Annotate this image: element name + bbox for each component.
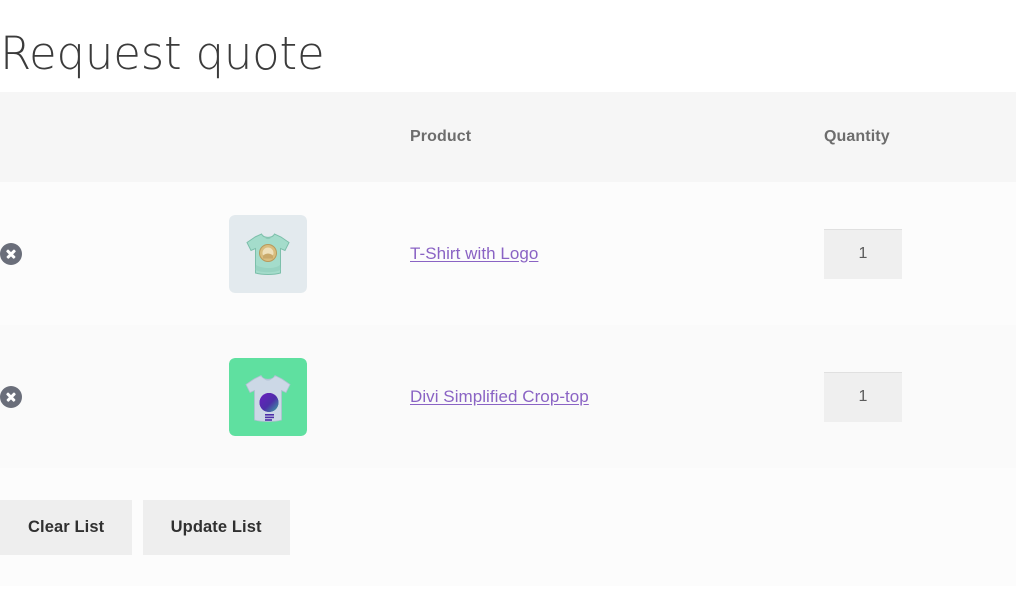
product-cell: T-Shirt with Logo — [410, 182, 824, 325]
product-link[interactable]: T-Shirt with Logo — [410, 244, 538, 263]
thumbnail-cell — [134, 325, 410, 468]
quantity-input[interactable] — [824, 371, 902, 422]
column-header-product: Product — [410, 128, 472, 145]
remove-cell — [0, 182, 134, 325]
quantity-cell — [824, 182, 1016, 325]
remove-item-icon[interactable] — [0, 242, 22, 265]
quantity-input[interactable] — [824, 228, 902, 279]
column-header-remove — [0, 92, 134, 182]
table-row: T-Shirt with Logo — [0, 182, 1016, 325]
quote-request-table: Product Quantity T-Shirt with Logo 1 Div… — [0, 92, 1016, 586]
product-cell: Divi Simplified Crop-top — [410, 325, 824, 468]
table-actions-row: Clear List Update List — [0, 468, 1016, 586]
quantity-cell — [824, 325, 1016, 468]
table-header-row: Product Quantity — [0, 92, 1016, 182]
column-header-quantity: Quantity — [824, 128, 890, 145]
remove-item-icon[interactable] — [0, 385, 22, 408]
table-row: Divi Simplified Crop-top — [0, 325, 1016, 468]
divi-simplified-crop-top-thumbnail[interactable] — [229, 357, 307, 436]
t-shirt-with-logo-thumbnail[interactable] — [229, 214, 307, 293]
update-list-button[interactable]: Update List — [142, 499, 290, 555]
clear-list-button[interactable]: Clear List — [0, 499, 133, 555]
column-header-thumbnail — [134, 92, 410, 182]
request-quote-page: Request quote Product Quantity T-Shirt w… — [0, 0, 1024, 613]
product-link[interactable]: Divi Simplified Crop-top — [410, 387, 589, 406]
thumbnail-cell — [134, 182, 410, 325]
remove-cell — [0, 325, 134, 468]
actions-cell: Clear List Update List — [0, 468, 1016, 586]
page-title: Request quote — [0, 27, 325, 81]
